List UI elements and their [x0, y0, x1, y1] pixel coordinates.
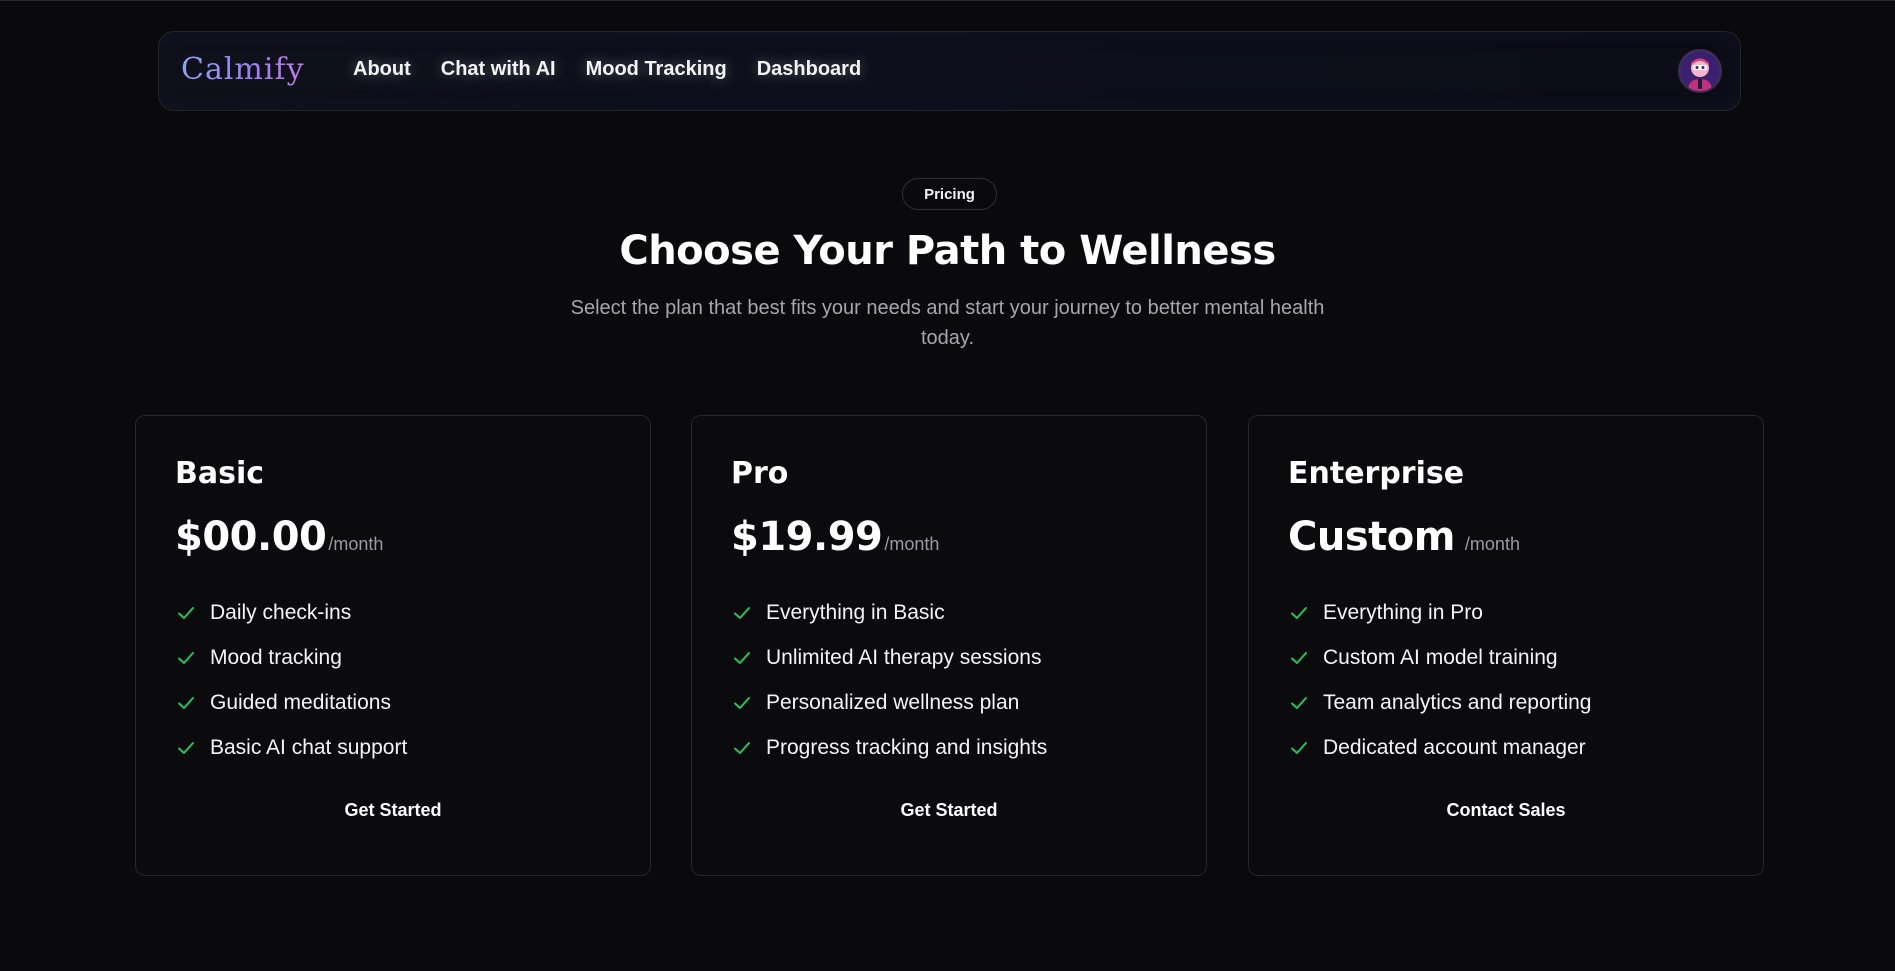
nav-link-mood-tracking[interactable]: Mood Tracking: [586, 58, 727, 81]
nav-link-dashboard[interactable]: Dashboard: [757, 58, 861, 81]
feature-item: Personalized wellness plan: [731, 680, 1047, 725]
get-started-button[interactable]: Get Started: [692, 790, 1206, 830]
feature-item: Mood tracking: [175, 635, 407, 680]
check-icon: [731, 692, 753, 714]
plan-card-pro: Pro $19.99 /month Everything in Basic Un…: [691, 415, 1207, 876]
top-divider: [0, 0, 1895, 1]
feature-item: Basic AI chat support: [175, 725, 407, 770]
plan-name: Basic: [175, 456, 265, 491]
feature-item: Dedicated account manager: [1288, 725, 1591, 770]
page-title: Choose Your Path to Wellness: [619, 228, 1276, 274]
feature-text: Progress tracking and insights: [766, 735, 1048, 759]
plan-price: $00.00: [175, 514, 327, 560]
check-icon: [175, 737, 197, 759]
price-row: $19.99 /month: [731, 514, 939, 560]
feature-list: Everything in Basic Unlimited AI therapy…: [731, 590, 1047, 770]
get-started-button[interactable]: Get Started: [136, 790, 650, 830]
feature-text: Daily check-ins: [210, 600, 352, 624]
feature-text: Custom AI model training: [1323, 645, 1558, 669]
nav-link-chat-with-ai[interactable]: Chat with AI: [441, 58, 556, 81]
plan-period: /month: [884, 534, 940, 554]
feature-text: Team analytics and reporting: [1323, 690, 1592, 714]
feature-item: Team analytics and reporting: [1288, 680, 1591, 725]
plan-name: Enterprise: [1288, 456, 1465, 491]
feature-item: Custom AI model training: [1288, 635, 1591, 680]
feature-item: Progress tracking and insights: [731, 725, 1047, 770]
feature-text: Unlimited AI therapy sessions: [766, 645, 1042, 669]
check-icon: [1288, 737, 1310, 759]
plan-name: Pro: [731, 456, 789, 491]
check-icon: [175, 602, 197, 624]
feature-text: Dedicated account manager: [1323, 735, 1586, 759]
user-avatar[interactable]: [1678, 49, 1722, 93]
plan-card-basic: Basic $00.00 /month Daily check-ins Mood…: [135, 415, 651, 876]
feature-text: Everything in Pro: [1323, 600, 1483, 624]
brand-logo[interactable]: Calmify: [181, 52, 305, 87]
feature-item: Guided meditations: [175, 680, 407, 725]
navbar: Calmify About Chat with AI Mood Tracking…: [158, 31, 1741, 111]
feature-item: Everything in Basic: [731, 590, 1047, 635]
feature-text: Guided meditations: [210, 690, 391, 714]
feature-item: Everything in Pro: [1288, 590, 1591, 635]
price-row: $00.00 /month: [175, 514, 383, 560]
check-icon: [1288, 602, 1310, 624]
feature-item: Daily check-ins: [175, 590, 407, 635]
contact-sales-button[interactable]: Contact Sales: [1249, 790, 1763, 830]
check-icon: [731, 737, 753, 759]
check-icon: [175, 647, 197, 669]
check-icon: [1288, 692, 1310, 714]
check-icon: [731, 602, 753, 624]
check-icon: [1288, 647, 1310, 669]
nav-link-about[interactable]: About: [353, 58, 411, 81]
plan-price: Custom: [1288, 514, 1455, 560]
plan-card-enterprise: Enterprise Custom /month Everything in P…: [1248, 415, 1764, 876]
plan-period: /month: [328, 534, 384, 554]
feature-text: Mood tracking: [210, 645, 342, 669]
price-row: Custom /month: [1288, 514, 1520, 560]
plan-period: /month: [1464, 534, 1520, 554]
feature-item: Unlimited AI therapy sessions: [731, 635, 1047, 680]
pricing-badge: Pricing: [902, 178, 997, 210]
feature-text: Personalized wellness plan: [766, 690, 1020, 714]
page-subtitle: Select the plan that best fits your need…: [570, 297, 1325, 349]
feature-list: Daily check-ins Mood tracking Guided med…: [175, 590, 407, 770]
plan-price: $19.99: [731, 514, 883, 560]
check-icon: [175, 692, 197, 714]
feature-text: Everything in Basic: [766, 600, 945, 624]
nav-links: About Chat with AI Mood Tracking Dashboa…: [353, 58, 891, 81]
check-icon: [731, 647, 753, 669]
feature-text: Basic AI chat support: [210, 735, 408, 759]
feature-list: Everything in Pro Custom AI model traini…: [1288, 590, 1591, 770]
avatar-illustration: [1680, 51, 1720, 91]
